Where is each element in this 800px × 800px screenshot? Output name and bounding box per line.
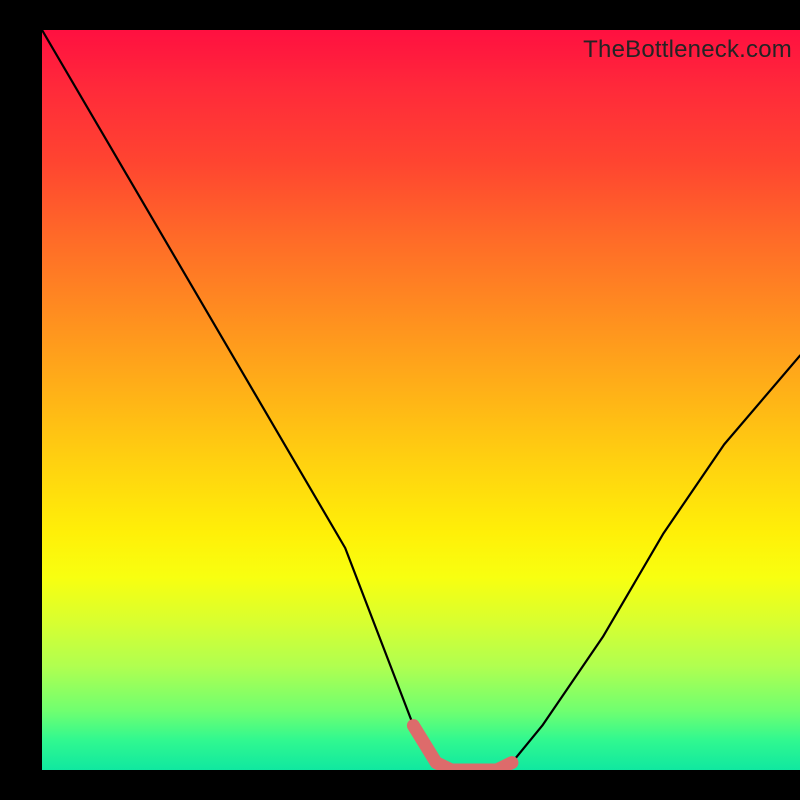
curve-line [42, 30, 800, 770]
chart-frame: TheBottleneck.com [0, 0, 800, 800]
chart-plot-area: TheBottleneck.com [42, 30, 800, 770]
chart-svg [42, 30, 800, 770]
flat-highlight-line [413, 726, 512, 770]
